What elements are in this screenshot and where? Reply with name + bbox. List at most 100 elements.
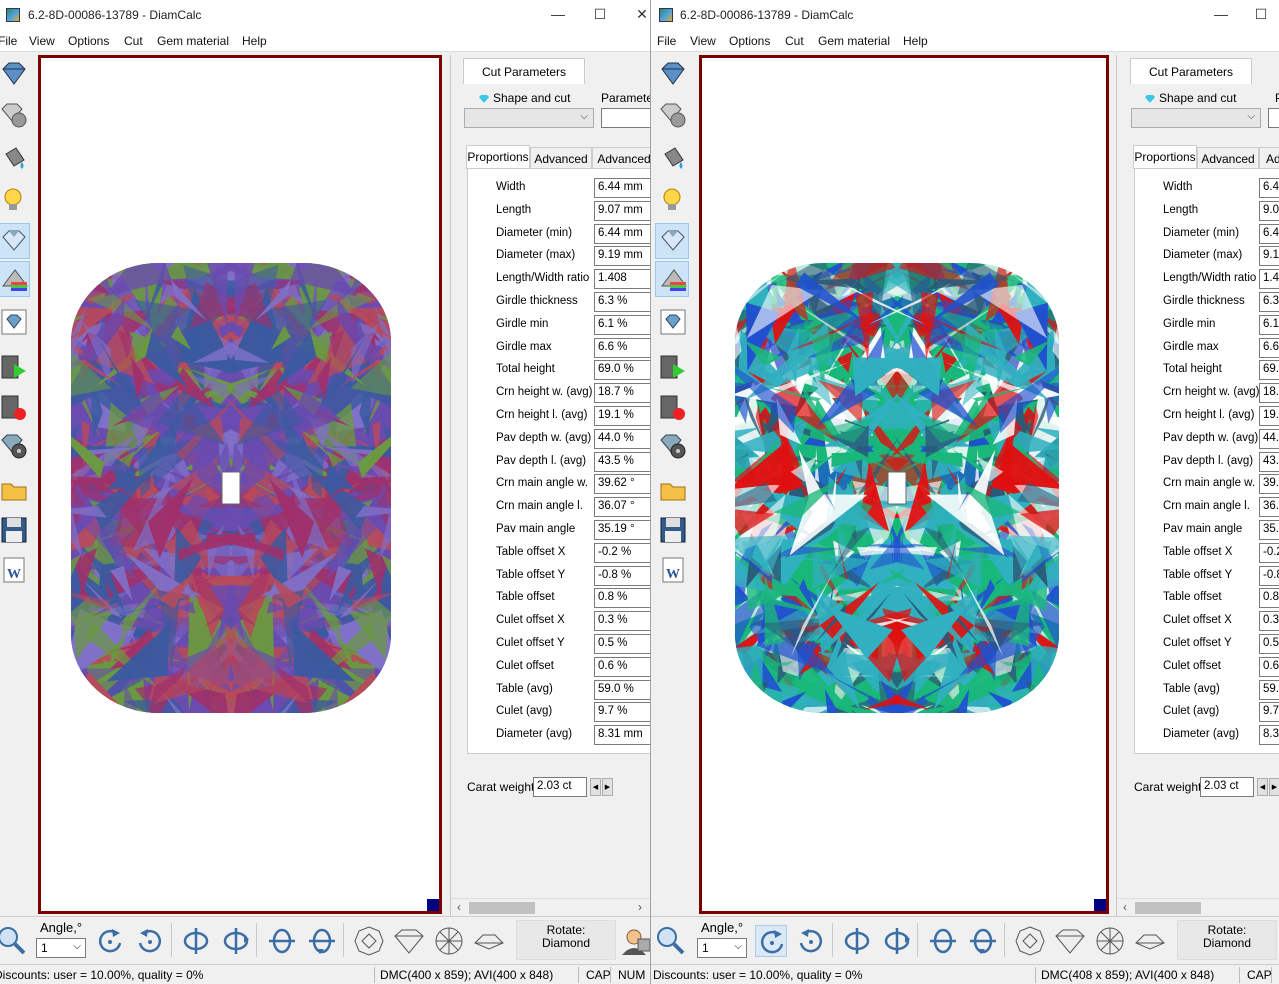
rotate-mode-box[interactable]: Rotate: Diamond bbox=[516, 920, 616, 960]
param-value-field[interactable]: 0.6 bbox=[1259, 656, 1279, 677]
param-value-field[interactable]: 8.31 mm bbox=[594, 725, 650, 746]
lightbulb-button[interactable] bbox=[0, 182, 30, 218]
carat-increase-button[interactable]: ▶ bbox=[602, 778, 613, 796]
param-value-field[interactable]: 44.0 % bbox=[594, 428, 650, 449]
open-folder-button[interactable] bbox=[0, 472, 30, 508]
bottom-view-icon[interactable] bbox=[1094, 925, 1126, 957]
minimize-button[interactable]: — bbox=[1211, 6, 1231, 22]
param-value-field[interactable]: 43.5 % bbox=[594, 451, 650, 472]
shape-cut-combo[interactable]: ⌵ bbox=[464, 108, 594, 128]
open-folder-button[interactable] bbox=[655, 472, 689, 508]
param-value-field[interactable]: 59.0 % bbox=[594, 679, 650, 700]
paint-bucket-button[interactable] bbox=[0, 140, 30, 176]
save-disk-button[interactable] bbox=[0, 512, 30, 548]
diamond-viewport[interactable] bbox=[699, 55, 1109, 914]
param-value-field[interactable]: 9.1 bbox=[1259, 246, 1279, 267]
tab-advanced-2[interactable]: Advanced bbox=[592, 147, 650, 169]
paint-bucket-button[interactable] bbox=[655, 140, 689, 176]
tab-advanced[interactable]: Advanced bbox=[1197, 147, 1259, 169]
menu-gem-material[interactable]: Gem material bbox=[157, 34, 229, 48]
rotate-right-icon[interactable] bbox=[134, 925, 166, 957]
tilted-view-icon[interactable] bbox=[473, 925, 505, 957]
zoom-magnifier-icon[interactable] bbox=[0, 925, 28, 957]
menu-options[interactable]: Options bbox=[68, 34, 109, 48]
param-value-field[interactable]: 9.7 bbox=[1259, 702, 1279, 723]
param-value-field[interactable]: 0.8 % bbox=[594, 588, 650, 609]
menu-view[interactable]: View bbox=[690, 34, 716, 48]
param-value-field[interactable]: 0.6 % bbox=[594, 656, 650, 677]
diamond-render-button[interactable] bbox=[0, 223, 30, 259]
tab-advanced[interactable]: Advanced bbox=[530, 147, 592, 169]
scroll-right-icon[interactable]: › bbox=[638, 900, 642, 914]
rainbow-prism-button[interactable] bbox=[0, 261, 30, 297]
param-value-field[interactable]: 35. bbox=[1259, 520, 1279, 540]
param-value-field[interactable]: 0.3 % bbox=[594, 611, 650, 632]
photo-diamond-button[interactable] bbox=[0, 304, 30, 340]
menu-help[interactable]: Help bbox=[242, 34, 267, 48]
menu-view[interactable]: View bbox=[29, 34, 55, 48]
param-value-field[interactable]: 36. bbox=[1259, 497, 1279, 518]
shape-cut-combo[interactable]: ⌵ bbox=[1131, 108, 1261, 128]
rotate-left-icon[interactable] bbox=[94, 925, 126, 957]
side-view-icon[interactable] bbox=[1054, 925, 1086, 957]
menu-cut[interactable]: Cut bbox=[785, 34, 804, 48]
param-value-field[interactable]: -0.2 % bbox=[594, 542, 650, 563]
param-value-field[interactable]: 59. bbox=[1259, 679, 1279, 700]
flip-horizontal-icon[interactable] bbox=[180, 925, 212, 957]
param-value-field[interactable]: 6.3 % bbox=[594, 292, 650, 312]
bottom-view-icon[interactable] bbox=[433, 925, 465, 957]
photo-diamond-button[interactable] bbox=[655, 304, 689, 340]
param-value-field[interactable]: 6.3 bbox=[1259, 292, 1279, 312]
param-value-field[interactable]: 69.0 % bbox=[594, 360, 650, 381]
carat-decrease-button[interactable]: ◀ bbox=[1257, 778, 1268, 796]
diamond-viewport[interactable] bbox=[38, 55, 442, 914]
param-value-field[interactable]: 19.1 % bbox=[594, 406, 650, 426]
carat-increase-button[interactable]: ▶ bbox=[1269, 778, 1279, 796]
param-value-field[interactable]: 6.44 mm bbox=[594, 178, 650, 198]
tab-cut-parameters[interactable]: Cut Parameters bbox=[1130, 58, 1252, 84]
scrollbar-thumb[interactable] bbox=[469, 902, 535, 914]
diamond-wheel-button[interactable] bbox=[655, 428, 689, 464]
param-value-field[interactable]: 43. bbox=[1259, 451, 1279, 472]
param-value-field[interactable]: 69. bbox=[1259, 360, 1279, 381]
parameter-field[interactable] bbox=[1268, 108, 1279, 128]
menu-help[interactable]: Help bbox=[903, 34, 928, 48]
param-value-field[interactable]: -0.8 bbox=[1259, 565, 1279, 586]
rotate-right-icon[interactable] bbox=[795, 925, 827, 957]
param-value-field[interactable]: 35.19 ° bbox=[594, 520, 650, 540]
param-value-field[interactable]: 8.3 bbox=[1259, 725, 1279, 746]
param-value-field[interactable]: 6.44 mm bbox=[594, 223, 650, 244]
angle-select[interactable]: 1 ⌵ bbox=[36, 938, 86, 958]
diamond-view-button[interactable] bbox=[655, 56, 689, 92]
scroll-left-icon[interactable]: ‹ bbox=[1123, 900, 1127, 914]
side-view-icon[interactable] bbox=[393, 925, 425, 957]
param-value-field[interactable]: 9.19 mm bbox=[594, 246, 650, 267]
record-video-button[interactable] bbox=[0, 390, 30, 426]
param-value-field[interactable]: 9.07 mm bbox=[594, 200, 650, 221]
diamond-sphere-button[interactable] bbox=[0, 97, 30, 133]
param-value-field[interactable]: 0.5 % bbox=[594, 634, 650, 654]
maximize-button[interactable]: ☐ bbox=[590, 6, 610, 23]
carat-decrease-button[interactable]: ◀ bbox=[590, 778, 601, 796]
panel-horizontal-scrollbar[interactable]: ‹ › bbox=[451, 898, 650, 916]
param-value-field[interactable]: 19. bbox=[1259, 406, 1279, 426]
top-view-icon[interactable] bbox=[1014, 925, 1046, 957]
rotate-left-icon[interactable] bbox=[755, 925, 787, 957]
param-value-field[interactable]: -0.2 bbox=[1259, 542, 1279, 563]
flip-vertical-reverse-icon[interactable] bbox=[967, 925, 999, 957]
param-value-field[interactable]: 0.8 bbox=[1259, 588, 1279, 609]
param-value-field[interactable]: 36.07 ° bbox=[594, 497, 650, 518]
param-value-field[interactable]: 18. bbox=[1259, 383, 1279, 404]
param-value-field[interactable]: 6.1 % bbox=[594, 314, 650, 335]
param-value-field[interactable]: 9.7 % bbox=[594, 702, 650, 723]
param-value-field[interactable]: 44. bbox=[1259, 428, 1279, 449]
word-export-button[interactable]: W bbox=[655, 552, 689, 588]
flip-vertical-reverse-icon[interactable] bbox=[306, 925, 338, 957]
param-value-field[interactable]: 0.5 bbox=[1259, 634, 1279, 654]
zoom-magnifier-icon[interactable] bbox=[655, 925, 687, 957]
carat-weight-input[interactable]: 2.03 ct bbox=[1200, 777, 1254, 797]
close-button[interactable]: ✕ bbox=[632, 6, 650, 23]
param-value-field[interactable]: 1.4 bbox=[1259, 269, 1279, 290]
param-value-field[interactable]: 6.4 bbox=[1259, 178, 1279, 198]
flip-horizontal-icon[interactable] bbox=[841, 925, 873, 957]
